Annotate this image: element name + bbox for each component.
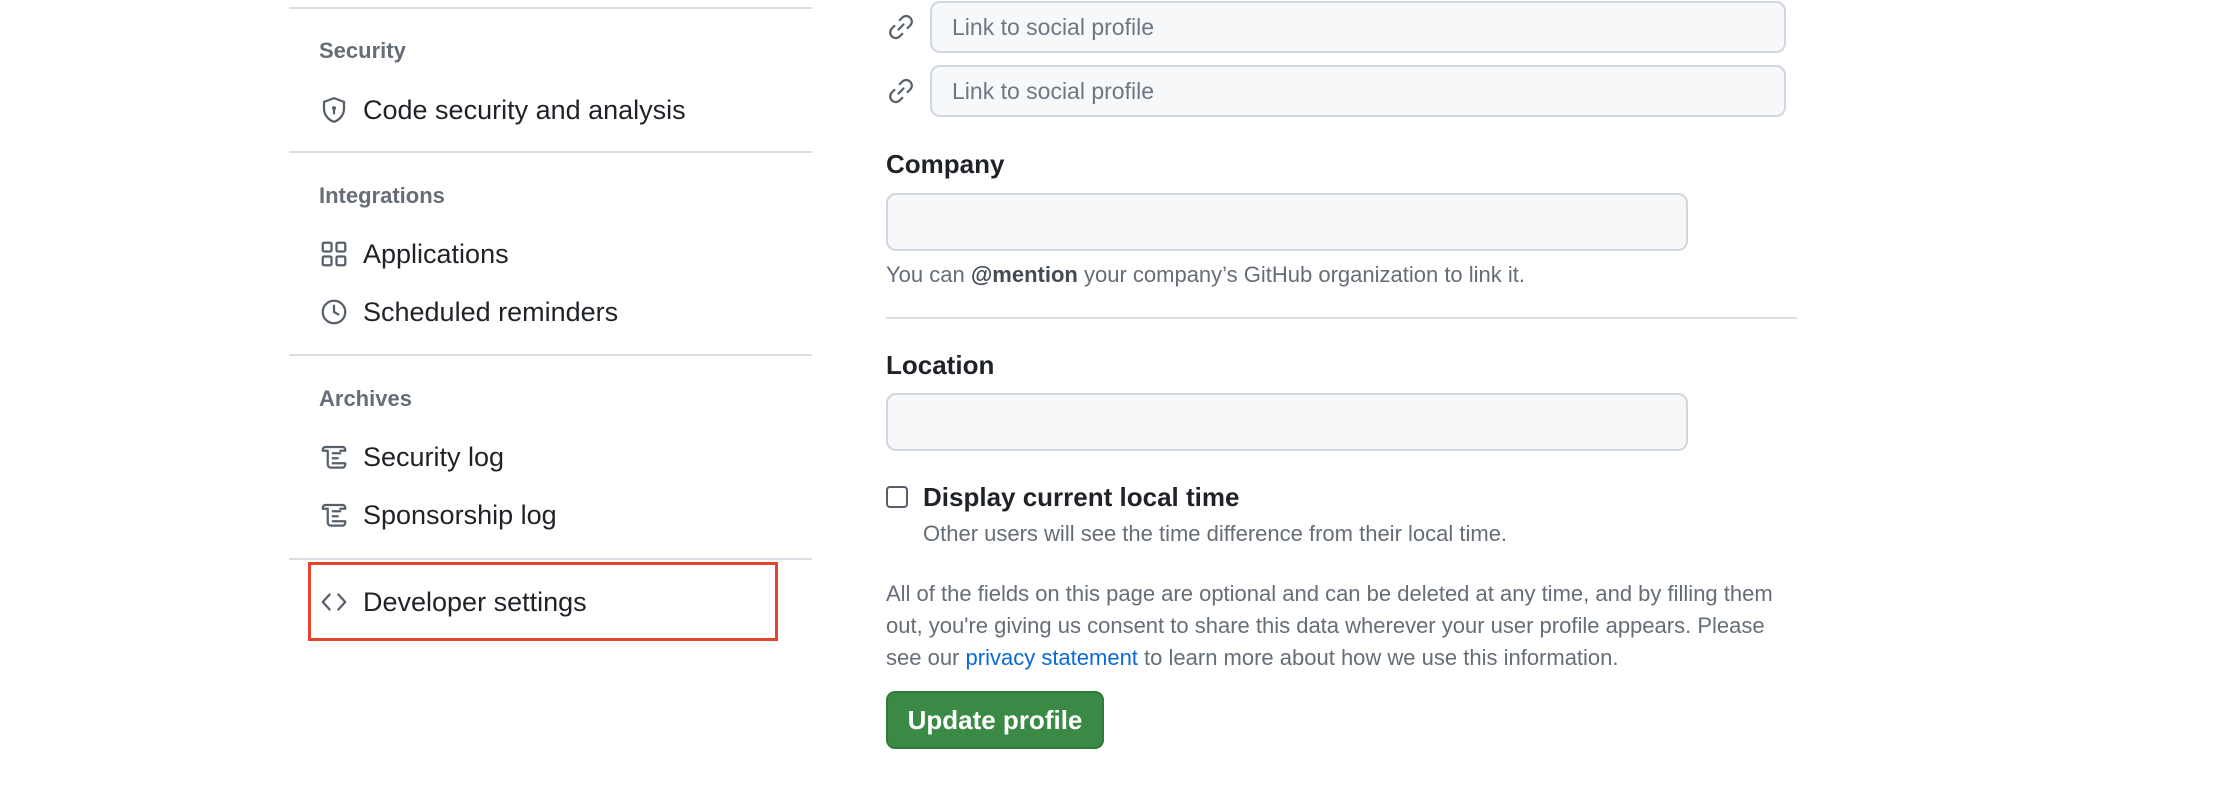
sidebar-divider — [289, 7, 812, 9]
consent-text-after: to learn more about how we use this info… — [1144, 645, 1619, 670]
sidebar-divider — [289, 354, 812, 356]
sidebar-item-code-security[interactable]: Code security and analysis — [319, 86, 779, 134]
company-help-suffix: your company’s GitHub organization to li… — [1083, 262, 1526, 287]
sidebar-item-developer-settings[interactable]: Developer settings — [319, 578, 779, 626]
link-icon — [886, 12, 916, 42]
sidebar-heading-integrations: Integrations — [319, 183, 445, 208]
apps-grid-icon — [319, 239, 349, 269]
sidebar-item-label: Sponsorship log — [363, 499, 557, 530]
company-input[interactable] — [886, 193, 1688, 251]
sidebar-item-security-log[interactable]: Security log — [319, 433, 779, 481]
local-time-checkbox[interactable] — [886, 486, 908, 508]
code-icon — [319, 587, 349, 617]
sidebar-heading-security: Security — [319, 38, 406, 63]
section-divider — [886, 317, 1797, 319]
social-link-input[interactable] — [930, 1, 1786, 53]
sidebar-divider — [289, 151, 812, 153]
social-link-row — [886, 64, 1786, 118]
sidebar-item-label: Scheduled reminders — [363, 296, 619, 327]
settings-page: Security Code security and analysis Inte… — [0, 0, 2228, 808]
sidebar-item-label: Developer settings — [363, 586, 587, 617]
sidebar-heading-archives: Archives — [319, 386, 412, 411]
privacy-statement-link[interactable]: privacy statement — [966, 645, 1138, 670]
profile-form: Company You can @mention your company’s … — [886, 0, 1806, 808]
local-time-label: Display current local time — [923, 482, 1240, 512]
shield-icon — [319, 95, 349, 125]
log-icon — [319, 442, 349, 472]
sidebar-item-sponsorship-log[interactable]: Sponsorship log — [319, 491, 779, 539]
clock-icon — [319, 297, 349, 327]
location-label: Location — [886, 350, 995, 380]
update-profile-button[interactable]: Update profile — [886, 691, 1104, 749]
sidebar-item-label: Security log — [363, 441, 505, 472]
sidebar-item-scheduled-reminders[interactable]: Scheduled reminders — [319, 288, 779, 336]
sidebar-item-label: Applications — [363, 238, 509, 269]
consent-text: All of the fields on this page are optio… — [886, 578, 1806, 674]
sidebar-divider — [289, 558, 812, 560]
company-label: Company — [886, 149, 1005, 179]
sidebar-item-label: Code security and analysis — [363, 94, 686, 125]
mention-hint: @mention — [970, 262, 1078, 287]
local-time-help-text: Other users will see the time difference… — [923, 521, 1508, 546]
company-help-text: You can @mention your company’s GitHub o… — [886, 262, 1525, 288]
social-link-row — [886, 0, 1786, 54]
settings-sidebar: Security Code security and analysis Inte… — [289, 0, 812, 808]
log-icon — [319, 500, 349, 530]
sidebar-item-applications[interactable]: Applications — [319, 230, 779, 278]
location-input[interactable] — [886, 393, 1688, 451]
link-icon — [886, 76, 916, 106]
social-link-input[interactable] — [930, 65, 1786, 117]
company-help-prefix: You can — [886, 262, 965, 287]
